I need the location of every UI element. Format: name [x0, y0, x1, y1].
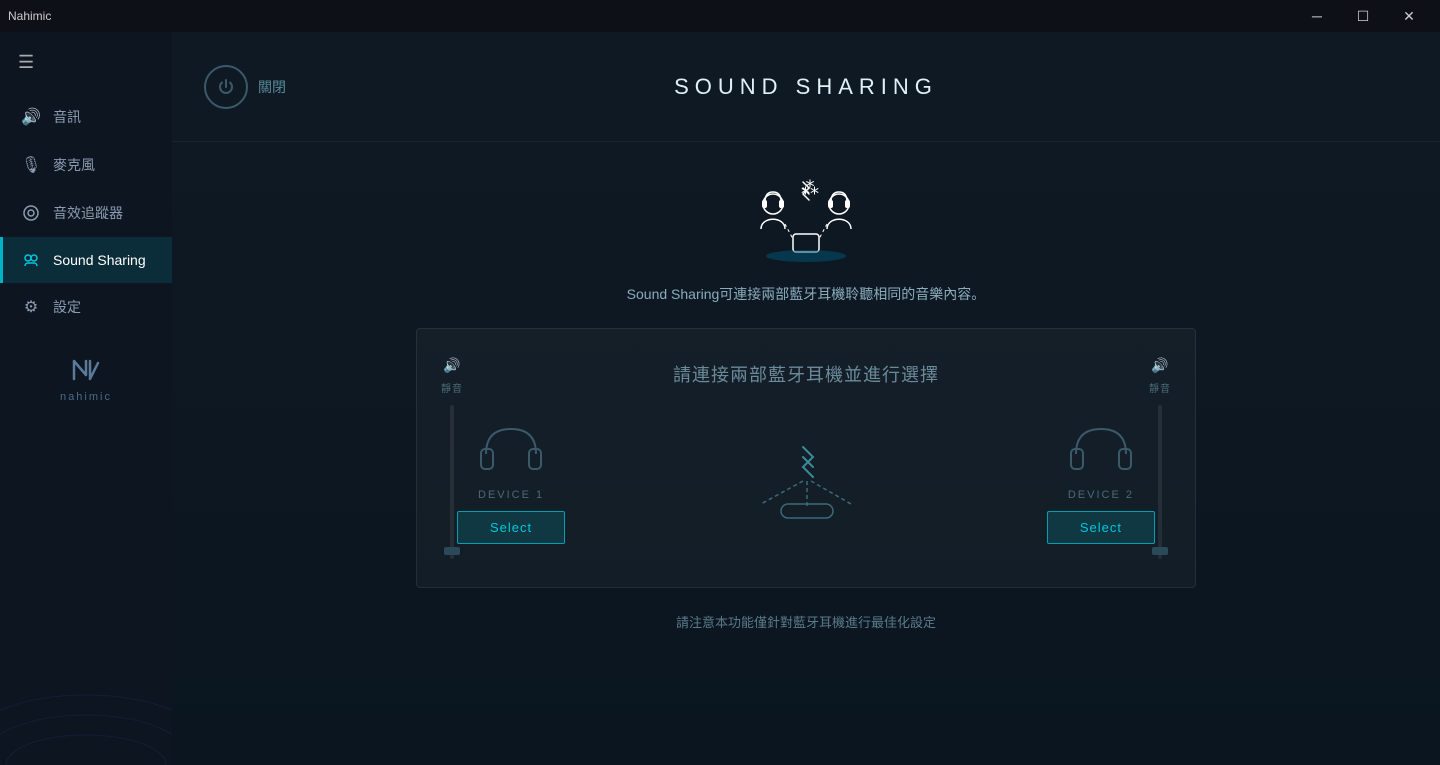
device2-label: DEVICE 2	[1068, 489, 1134, 501]
sidebar-item-mic-label: 麥克風	[53, 155, 95, 175]
device1-label: DEVICE 1	[478, 489, 544, 501]
hero-area: ⁂	[741, 142, 871, 284]
device-slot-2: DEVICE 2 Select	[1047, 419, 1155, 544]
nahimic-logo-text: nahimic	[60, 391, 112, 403]
power-label: 關閉	[258, 77, 286, 97]
vol-track-right[interactable]	[1158, 405, 1162, 559]
sidebar-item-settings[interactable]: ⚙ 設定	[0, 283, 172, 331]
title-bar: Nahimic ─ ☐ ✕	[0, 0, 1440, 32]
headphone-icon-2	[1066, 419, 1136, 479]
power-button-area[interactable]: 關閉	[204, 65, 286, 109]
vol-icon-left: 🔊	[443, 357, 460, 374]
sidebar-item-soundsharing[interactable]: Sound Sharing	[0, 237, 172, 283]
sidebar-inner: ☰ 🔊 音訊 🎙 麥克風 音效	[0, 32, 172, 423]
app-name: Nahimic	[8, 9, 51, 23]
soundsharing-icon	[21, 251, 41, 269]
volume-slider-right: 🔊 靜音	[1149, 357, 1171, 563]
vol-icon-right: 🔊	[1151, 357, 1168, 374]
maximize-button[interactable]: ☐	[1340, 0, 1386, 32]
sidebar-nav: 🔊 音訊 🎙 麥克風 音效追蹤器	[0, 93, 172, 331]
sidebar-item-audio[interactable]: 🔊 音訊	[0, 93, 172, 141]
audio-icon: 🔊	[21, 107, 41, 127]
sidebar-item-mic[interactable]: 🎙 麥克風	[0, 141, 172, 189]
power-svg	[216, 77, 236, 97]
device1-select-button[interactable]: Select	[457, 511, 565, 544]
mute-label-left: 靜音	[441, 380, 463, 395]
vol-thumb-left	[444, 547, 460, 555]
settings-icon: ⚙	[21, 297, 41, 317]
device-panel: 🔊 靜音 🔊 靜音 請連接兩部藍牙耳機並進行選擇	[416, 328, 1196, 588]
vol-thumb-right	[1152, 547, 1168, 555]
panel-title: 請連接兩部藍牙耳機並進行選擇	[673, 361, 939, 387]
power-icon	[204, 65, 248, 109]
sidebar: ☰ 🔊 音訊 🎙 麥克風 音效	[0, 32, 172, 765]
vol-track-left[interactable]	[450, 405, 454, 559]
close-button[interactable]: ✕	[1386, 0, 1432, 32]
mic-icon: 🎙	[21, 155, 41, 175]
sidebar-item-settings-label: 設定	[53, 297, 81, 317]
main-content: 關閉 SOUND SHARING	[172, 32, 1440, 765]
device-slot-1: DEVICE 1 Select	[457, 419, 565, 544]
description-text: Sound Sharing可連接兩部藍牙耳機聆聽相同的音樂內容。	[627, 284, 986, 304]
soundtracker-icon	[21, 204, 41, 222]
sidebar-item-soundsharing-label: Sound Sharing	[53, 252, 146, 268]
device2-select-button[interactable]: Select	[1047, 511, 1155, 544]
top-bar: 關閉 SOUND SHARING	[172, 32, 1440, 142]
sidebar-bottom: nahimic	[0, 331, 172, 423]
title-bar-left: Nahimic	[8, 9, 51, 23]
bt-center	[746, 419, 866, 519]
headphone-icon-1	[476, 419, 546, 479]
page-title: SOUND SHARING	[674, 74, 938, 100]
volume-slider-left: 🔊 靜音	[441, 357, 463, 563]
sidebar-wave-decoration	[0, 645, 172, 765]
hero-illustration: ⁂	[741, 174, 871, 264]
mute-label-right: 靜音	[1149, 380, 1171, 395]
nahimic-logo: nahimic	[60, 351, 112, 403]
content-area: ⁂ Sound Sharing可連接兩部藍牙耳機聆聽相同的音樂內容。	[172, 142, 1440, 765]
minimize-button[interactable]: ─	[1294, 0, 1340, 32]
title-bar-controls: ─ ☐ ✕	[1294, 0, 1432, 32]
app-body: ☰ 🔊 音訊 🎙 麥克風 音效	[0, 32, 1440, 765]
bt-connection-diagram	[746, 439, 866, 519]
sidebar-item-soundtracker[interactable]: 音效追蹤器	[0, 189, 172, 237]
bottom-note: 請注意本功能僅針對藍牙耳機進行最佳化設定	[676, 612, 936, 631]
sidebar-item-soundtracker-label: 音效追蹤器	[53, 203, 123, 223]
menu-icon[interactable]: ☰	[0, 40, 172, 85]
nahimic-logo-icon	[68, 351, 104, 387]
devices-row: DEVICE 1 Select	[457, 419, 1155, 544]
sidebar-item-audio-label: 音訊	[53, 107, 81, 127]
